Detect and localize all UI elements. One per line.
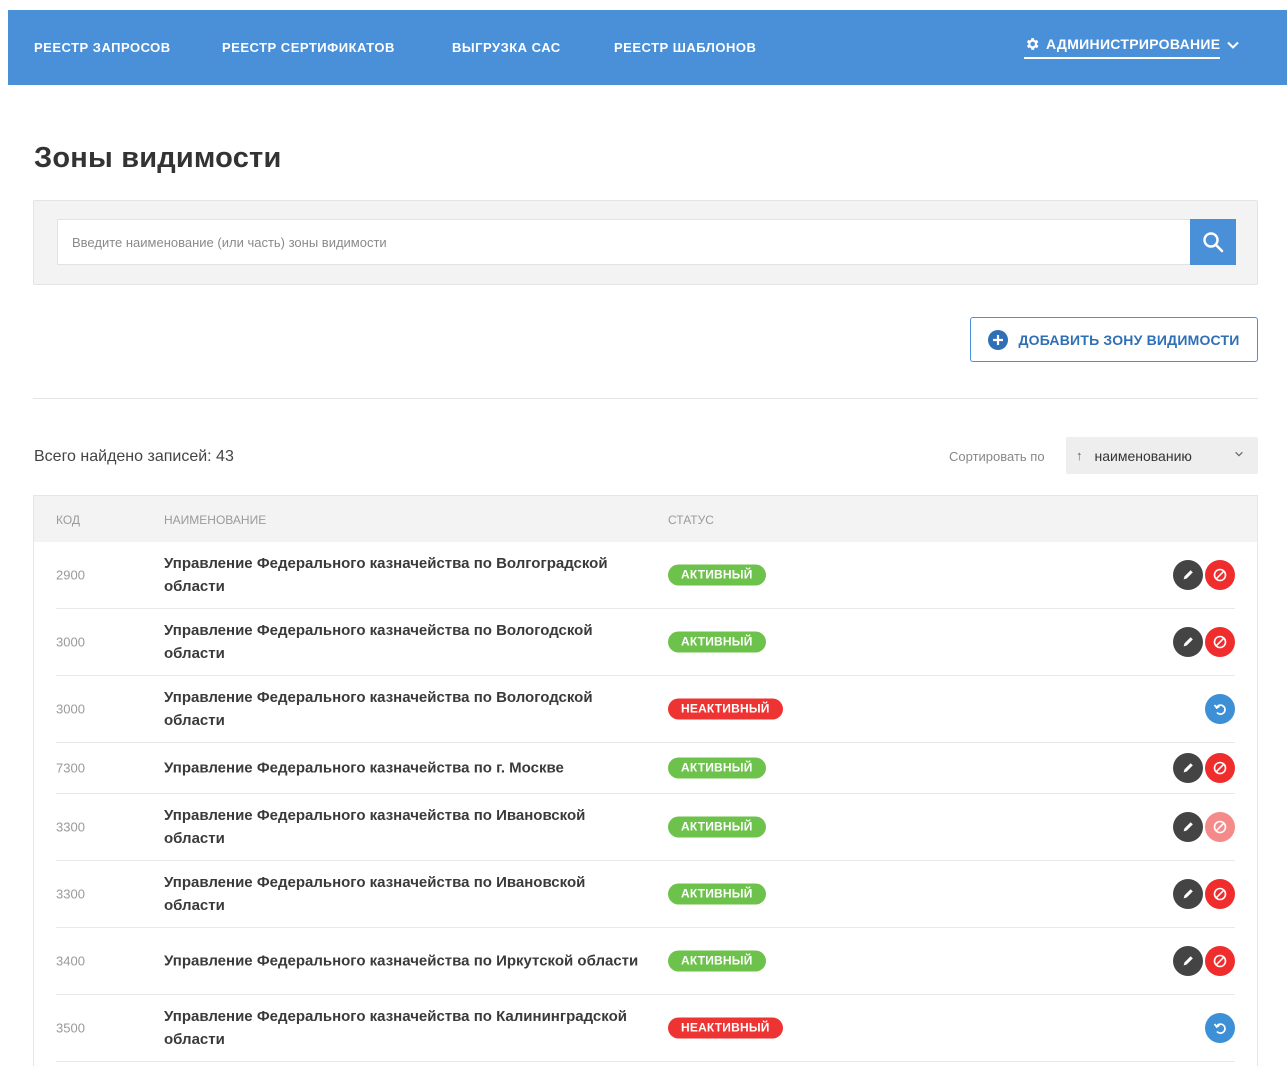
add-visibility-zone-button[interactable]: ДОБАВИТЬ ЗОНУ ВИДИМОСТИ xyxy=(970,317,1258,362)
status-badge: АКТИВНЫЙ xyxy=(668,883,766,905)
block-icon[interactable] xyxy=(1205,753,1235,783)
nav-item-certificates-registry[interactable]: РЕЕСТР СЕРТИФИКАТОВ xyxy=(222,40,395,55)
row-code: 3300 xyxy=(56,886,85,902)
nav-item-requests-registry[interactable]: РЕЕСТР ЗАПРОСОВ xyxy=(34,40,171,55)
row-name: Управление Федерального казначейства по … xyxy=(164,874,586,914)
row-actions xyxy=(1205,1013,1235,1043)
row-actions xyxy=(1173,879,1235,909)
edit-icon[interactable] xyxy=(1173,946,1203,976)
row-name: Управление Федерального казначейства по … xyxy=(164,952,639,970)
row-actions xyxy=(1173,946,1235,976)
row-actions xyxy=(1173,560,1235,590)
row-code: 3000 xyxy=(56,634,85,650)
table-body: 2900 Управление Федерального казначейства… xyxy=(34,542,1257,1062)
nav-admin-menu[interactable]: АДМИНИСТРИРОВАНИЕ xyxy=(1024,36,1240,72)
block-icon[interactable] xyxy=(1205,946,1235,976)
row-code: 3300 xyxy=(56,819,85,835)
status-badge: АКТИВНЫЙ xyxy=(668,564,766,586)
search-input[interactable] xyxy=(57,219,1190,265)
block-icon[interactable] xyxy=(1205,812,1235,842)
status-badge: АКТИВНЫЙ xyxy=(668,757,766,779)
row-name: Управление Федерального казначейства по … xyxy=(164,759,564,777)
row-name: Управление Федерального казначейства по … xyxy=(164,622,593,662)
sort-value: наименованию xyxy=(1094,447,1192,464)
edit-icon[interactable] xyxy=(1173,753,1203,783)
edit-icon[interactable] xyxy=(1173,627,1203,657)
row-code: 3000 xyxy=(56,701,85,717)
table-header: КОД НАИМЕНОВАНИЕ СТАТУС xyxy=(34,496,1257,542)
status-badge: НЕАКТИВНЫЙ xyxy=(668,698,783,720)
table-row: 3300 Управление Федерального казначейства… xyxy=(56,861,1235,928)
row-code: 2900 xyxy=(56,567,85,583)
row-name: Управление Федерального казначейства по … xyxy=(164,807,586,847)
row-name: Управление Федерального казначейства по … xyxy=(164,1008,627,1048)
sort-select[interactable]: ↑ наименованию xyxy=(1066,437,1258,474)
table-row: 2900 Управление Федерального казначейства… xyxy=(56,542,1235,609)
header-status[interactable]: СТАТУС xyxy=(668,513,714,527)
gear-icon xyxy=(1026,38,1039,50)
chevron-down-icon xyxy=(1235,451,1243,457)
search-icon xyxy=(1203,232,1224,253)
header-name[interactable]: НАИМЕНОВАНИЕ xyxy=(164,513,266,527)
row-name: Управление Федерального казначейства по … xyxy=(164,555,608,595)
nav-item-templates-registry[interactable]: РЕЕСТР ШАБЛОНОВ xyxy=(614,40,756,55)
block-icon[interactable] xyxy=(1205,879,1235,909)
row-actions xyxy=(1173,753,1235,783)
status-badge: АКТИВНЫЙ xyxy=(668,950,766,972)
search-panel xyxy=(33,200,1258,285)
row-code: 3500 xyxy=(56,1020,85,1036)
search-button[interactable] xyxy=(1190,219,1236,265)
section-divider xyxy=(33,398,1258,399)
table-row: 3000 Управление Федерального казначейства… xyxy=(56,676,1235,743)
zones-table: КОД НАИМЕНОВАНИЕ СТАТУС 2900 Управление Ф… xyxy=(33,495,1258,1066)
table-row: 3500 Управление Федерального казначейства… xyxy=(56,995,1235,1062)
edit-icon[interactable] xyxy=(1173,560,1203,590)
restore-icon[interactable] xyxy=(1205,1013,1235,1043)
row-actions xyxy=(1205,694,1235,724)
edit-icon[interactable] xyxy=(1173,812,1203,842)
row-code: 3400 xyxy=(56,953,85,969)
nav-admin-label-wrap: АДМИНИСТРИРОВАНИЕ xyxy=(1024,36,1221,59)
table-row: 3000 Управление Федерального казначейства… xyxy=(56,609,1235,676)
block-icon[interactable] xyxy=(1205,627,1235,657)
status-badge: НЕАКТИВНЫЙ xyxy=(668,1017,783,1039)
plus-circle-icon xyxy=(988,329,1009,350)
table-row: 3400 Управление Федерального казначейства… xyxy=(56,928,1235,995)
restore-icon[interactable] xyxy=(1205,694,1235,724)
top-navbar: РЕЕСТР ЗАПРОСОВ РЕЕСТР СЕРТИФИКАТОВ ВЫГР… xyxy=(8,10,1287,85)
nav-admin-text: АДМИНИСТРИРОВАНИЕ xyxy=(1046,36,1221,52)
sort-label: Сортировать по xyxy=(949,449,1045,464)
block-icon[interactable] xyxy=(1205,560,1235,590)
edit-icon[interactable] xyxy=(1173,879,1203,909)
status-badge: АКТИВНЫЙ xyxy=(668,816,766,838)
table-row: 7300 Управление Федерального казначейства… xyxy=(56,743,1235,794)
chevron-down-icon xyxy=(1227,41,1240,49)
header-code[interactable]: КОД xyxy=(56,513,80,527)
row-code: 7300 xyxy=(56,760,85,776)
arrow-up-icon: ↑ xyxy=(1076,448,1083,463)
status-badge: АКТИВНЫЙ xyxy=(668,631,766,653)
nav-item-sas-export[interactable]: ВЫГРУЗКА САС xyxy=(452,40,561,55)
row-name: Управление Федерального казначейства по … xyxy=(164,689,593,729)
page-title: Зоны видимости xyxy=(34,142,282,174)
total-records: Всего найдено записей: 43 xyxy=(34,448,234,465)
table-row: 3300 Управление Федерального казначейства… xyxy=(56,794,1235,861)
row-actions xyxy=(1173,812,1235,842)
row-actions xyxy=(1173,627,1235,657)
add-button-label: ДОБАВИТЬ ЗОНУ ВИДИМОСТИ xyxy=(1018,331,1240,348)
